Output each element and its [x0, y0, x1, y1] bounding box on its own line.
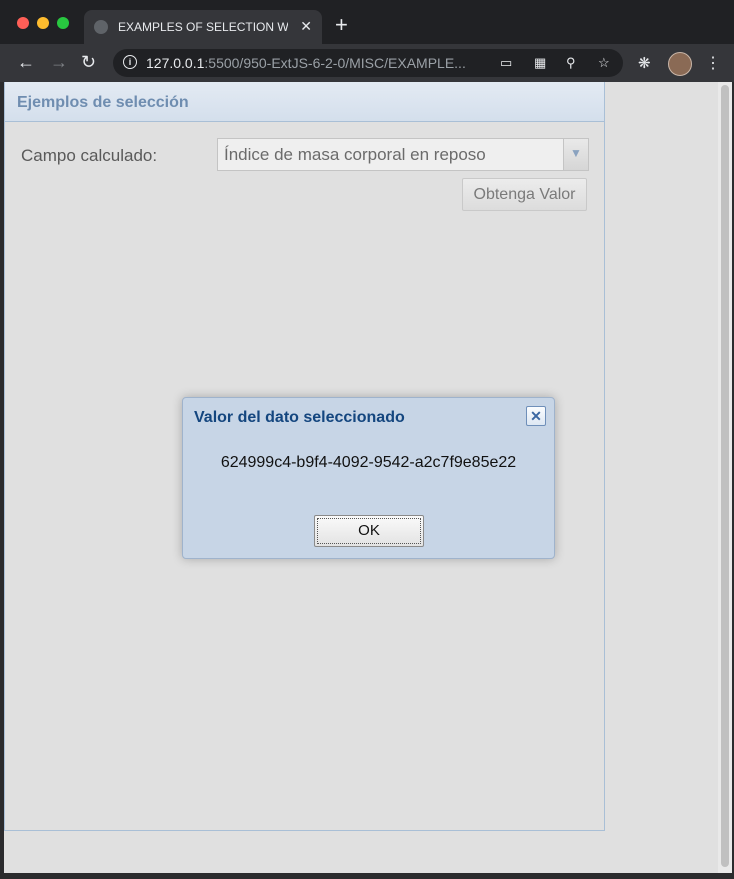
cast-icon[interactable]: ▭ — [500, 55, 512, 71]
dialog-message: 624999c4-b9f4-4092-9542-a2c7f9e85e22 — [220, 454, 517, 471]
profile-avatar[interactable] — [668, 52, 692, 76]
browser-menu-icon[interactable]: ⋮ — [705, 53, 721, 73]
chevron-down-icon: ▼ — [570, 146, 582, 160]
panel-title: Ejemplos de selección — [17, 94, 189, 111]
url-path: :5500/950-ExtJS-6-2-0/MISC/EXAMPLE... — [204, 55, 466, 71]
address-bar[interactable]: i 127.0.0.1:5500/950-ExtJS-6-2-0/MISC/EX… — [113, 49, 623, 77]
url-host: 127.0.0.1 — [146, 55, 205, 71]
close-window-icon[interactable] — [17, 17, 29, 29]
dialog-close-icon[interactable]: ✕ — [526, 406, 546, 426]
combobox-value: Índice de masa corporal en reposo — [224, 145, 486, 164]
site-info-icon[interactable]: i — [123, 55, 137, 69]
dialog-title: Valor del dato seleccionado — [194, 409, 405, 426]
page-footer — [4, 831, 718, 873]
back-icon[interactable]: ← — [17, 52, 35, 72]
reload-icon[interactable]: ↻ — [81, 52, 96, 72]
calculated-field-label: Campo calculado: — [21, 146, 158, 165]
ok-button[interactable]: OK — [314, 515, 424, 547]
combobox-trigger[interactable]: ▼ — [563, 139, 588, 170]
panel-header: Ejemplos de selección — [5, 82, 604, 122]
forward-icon[interactable]: → — [50, 52, 68, 72]
browser-tab[interactable]: EXAMPLES OF SELECTION WI ✕ — [84, 10, 322, 44]
page-viewport: Ejemplos de selección Campo calculado: Í… — [4, 82, 732, 873]
page-scrollbar[interactable] — [718, 82, 732, 873]
qr-code-icon[interactable]: ▦ — [534, 55, 546, 71]
url-text[interactable]: 127.0.0.1:5500/950-ExtJS-6-2-0/MISC/EXAM… — [146, 55, 466, 71]
zoom-icon[interactable]: ⚲ — [566, 55, 576, 71]
new-tab-button[interactable]: + — [335, 14, 348, 36]
maximize-window-icon[interactable] — [57, 17, 69, 29]
get-value-button[interactable]: Obtenga Valor — [462, 178, 587, 211]
tab-title: EXAMPLES OF SELECTION WI — [118, 20, 288, 34]
message-dialog: Valor del dato seleccionado ✕ 624999c4-b… — [182, 397, 555, 559]
focus-ring — [317, 518, 421, 544]
globe-icon — [94, 20, 108, 34]
calculated-field-combobox[interactable]: Índice de masa corporal en reposo ▼ — [217, 138, 589, 171]
scrollbar-thumb[interactable] — [721, 85, 729, 867]
minimize-window-icon[interactable] — [37, 17, 49, 29]
browser-toolbar: ← → ↻ i 127.0.0.1:5500/950-ExtJS-6-2-0/M… — [0, 44, 734, 82]
browser-titlebar: EXAMPLES OF SELECTION WI ✕ + — [0, 0, 734, 44]
extensions-icon[interactable]: ❋ — [638, 54, 651, 72]
bookmark-star-icon[interactable]: ☆ — [598, 55, 610, 71]
tab-close-icon[interactable]: ✕ — [300, 18, 312, 35]
